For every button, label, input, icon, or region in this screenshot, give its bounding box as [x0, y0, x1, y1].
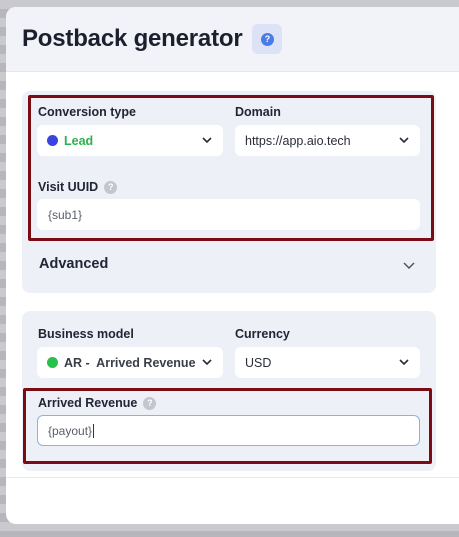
- conversion-type-select[interactable]: Lead: [37, 125, 223, 156]
- question-icon[interactable]: ?: [143, 396, 157, 410]
- business-model-status-dot: [47, 357, 58, 368]
- chevron-down-icon: [399, 359, 409, 366]
- conversion-status-dot: [47, 135, 58, 146]
- currency-value: USD: [245, 355, 272, 370]
- business-model-select[interactable]: AR - Arrived Revenue: [37, 347, 223, 378]
- modal-title: Postback generator: [22, 25, 243, 52]
- visit-uuid-label: Visit UUID ?: [38, 180, 118, 194]
- currency-label: Currency: [235, 327, 290, 341]
- domain-select[interactable]: https://app.aio.tech: [235, 125, 420, 156]
- chevron-down-icon: [399, 137, 409, 144]
- visit-uuid-value: {sub1}: [48, 207, 83, 222]
- help-icon: ?: [260, 32, 274, 46]
- domain-label: Domain: [235, 105, 281, 119]
- footer-divider: [6, 477, 459, 478]
- business-model-value: AR - Arrived Revenue: [64, 355, 196, 370]
- arrived-revenue-label-text: Arrived Revenue: [38, 396, 138, 410]
- domain-value: https://app.aio.tech: [245, 133, 351, 148]
- visit-uuid-input[interactable]: {sub1}: [37, 199, 420, 230]
- postback-generator-modal: Postback generator ? Conversion type Lea…: [6, 7, 459, 524]
- question-icon[interactable]: ?: [104, 180, 118, 194]
- visit-uuid-label-text: Visit UUID: [38, 180, 99, 194]
- arrived-revenue-input[interactable]: {payout}: [37, 415, 420, 446]
- arrived-revenue-label: Arrived Revenue ?: [38, 396, 157, 410]
- modal-header: Postback generator ?: [6, 7, 459, 72]
- chevron-down-icon: [202, 137, 212, 144]
- revenue-settings-card: Business model AR - Arrived Revenue Curr…: [22, 311, 436, 471]
- currency-select[interactable]: USD: [235, 347, 420, 378]
- advanced-toggle[interactable]: Advanced: [39, 256, 108, 272]
- business-model-label: Business model: [38, 327, 134, 341]
- help-button[interactable]: ?: [252, 24, 283, 54]
- chevron-down-icon: [202, 359, 212, 366]
- arrived-revenue-value: {payout}: [48, 423, 93, 438]
- text-caret: [93, 423, 95, 438]
- conversion-type-value: Lead: [64, 133, 94, 148]
- chevron-down-icon[interactable]: [402, 258, 416, 272]
- conversion-type-label: Conversion type: [38, 105, 136, 119]
- conversion-settings-card: Conversion type Lead Domain https://app.…: [22, 91, 436, 293]
